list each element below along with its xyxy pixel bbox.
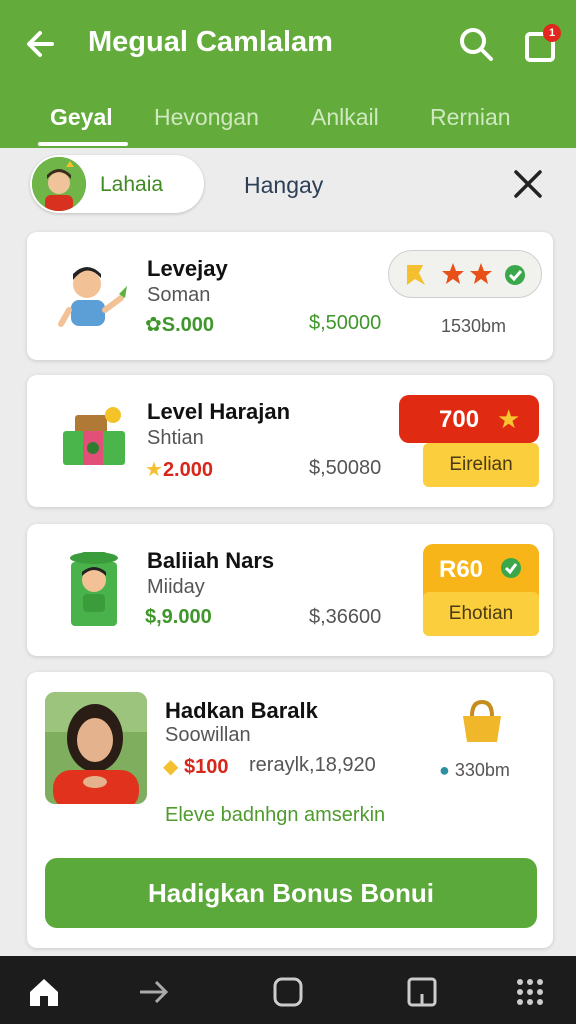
person-hat-icon xyxy=(55,548,135,628)
list-item[interactable]: Baliiah Nars Miiday $,9.000 $,36600 R60 … xyxy=(27,524,553,656)
tab-bar: Geyal Hevongan Anlkail Rernian xyxy=(0,96,576,148)
filter-chip-label: Lahaia xyxy=(100,173,164,196)
cash-icon xyxy=(55,401,135,481)
card-price: $,36600 xyxy=(309,606,382,628)
action-button[interactable]: Ehotian xyxy=(423,592,539,636)
app-header: Megual Camlalam 1 Geyal Hevongan Anlkail… xyxy=(0,0,576,148)
card-subtitle: Soman xyxy=(147,284,211,306)
tab-geyal[interactable]: Geyal xyxy=(50,104,113,131)
profile-subtitle: Soowillan xyxy=(165,724,251,746)
filter-option[interactable]: Hangay xyxy=(244,172,323,199)
reward-note: reraylk,18,920 xyxy=(249,754,376,776)
reward-amount: ◆ $100 xyxy=(163,756,229,778)
rating-pill[interactable] xyxy=(388,250,542,298)
card-price: $,50000 xyxy=(309,312,382,334)
notification-badge: 1 xyxy=(543,24,561,42)
basket-icon[interactable] xyxy=(457,696,507,746)
card-distance: 1530bm xyxy=(441,316,507,336)
card-amount: ★2.000 xyxy=(145,459,213,481)
action-button[interactable]: Eirelian xyxy=(423,443,539,487)
check-icon xyxy=(501,558,521,578)
star-icon xyxy=(470,263,492,284)
profile-card: Hadkan Baralk Soowillan ◆ $100 reraylk,1… xyxy=(27,672,553,948)
list-item[interactable]: Level Harajan Shtian ★2.000 $,50080 700 … xyxy=(27,375,553,507)
star-icon: ★ xyxy=(145,459,163,481)
coin-icon: ◆ xyxy=(163,756,179,778)
card-price: $,50080 xyxy=(309,457,382,479)
tab-rernian[interactable]: Rernian xyxy=(430,104,511,131)
card-title: Baliiah Nars xyxy=(147,548,275,573)
card-subtitle: Miiday xyxy=(147,576,205,598)
card-title: Levejay xyxy=(147,256,228,281)
grid-icon[interactable] xyxy=(512,974,548,1010)
bonus-button[interactable]: Hadigkan Bonus Bonui xyxy=(45,858,537,928)
card-amount: ✿S.000 xyxy=(145,314,215,336)
points-badge[interactable]: 700 ★ xyxy=(399,395,539,443)
filter-chip[interactable]: Lahaia xyxy=(30,155,204,213)
system-nav-bar xyxy=(0,956,576,1024)
home-icon[interactable] xyxy=(26,974,62,1010)
back-arrow-icon[interactable] xyxy=(22,24,62,64)
search-icon[interactable] xyxy=(456,24,496,64)
tab-hevongan[interactable]: Hevongan xyxy=(154,104,259,131)
profile-name: Hadkan Baralk xyxy=(165,698,318,723)
tab-anlkail[interactable]: Anlkail xyxy=(311,104,379,131)
square-nav-icon[interactable] xyxy=(270,974,306,1010)
person-icon xyxy=(55,254,135,334)
card-amount: $,9.000 xyxy=(145,606,212,628)
card-title: Level Harajan xyxy=(147,399,291,424)
list-item[interactable]: Levejay Soman ✿S.000 $,50000 1530bm xyxy=(27,232,553,360)
close-icon[interactable] xyxy=(510,164,546,204)
page-title: Megual Camlalam xyxy=(88,26,333,58)
profile-photo xyxy=(45,692,147,804)
check-icon xyxy=(505,265,525,285)
star-icon: ★ xyxy=(497,404,521,434)
badge-value: R60 xyxy=(439,556,484,583)
ribbon-icon xyxy=(407,265,425,285)
promo-text[interactable]: Eleve badnhgn amserkin xyxy=(165,804,385,827)
profile-distance: ● 330bm xyxy=(439,760,510,780)
star-icon xyxy=(442,263,464,284)
leaf-icon: ✿ xyxy=(145,314,162,336)
back-nav-icon[interactable] xyxy=(136,974,172,1010)
avatar xyxy=(32,157,86,211)
badge-value: 700 xyxy=(439,406,480,433)
recent-icon[interactable] xyxy=(404,974,440,1010)
location-icon: ● xyxy=(439,760,450,780)
card-subtitle: Shtian xyxy=(147,427,204,449)
active-tab-indicator xyxy=(38,142,128,146)
